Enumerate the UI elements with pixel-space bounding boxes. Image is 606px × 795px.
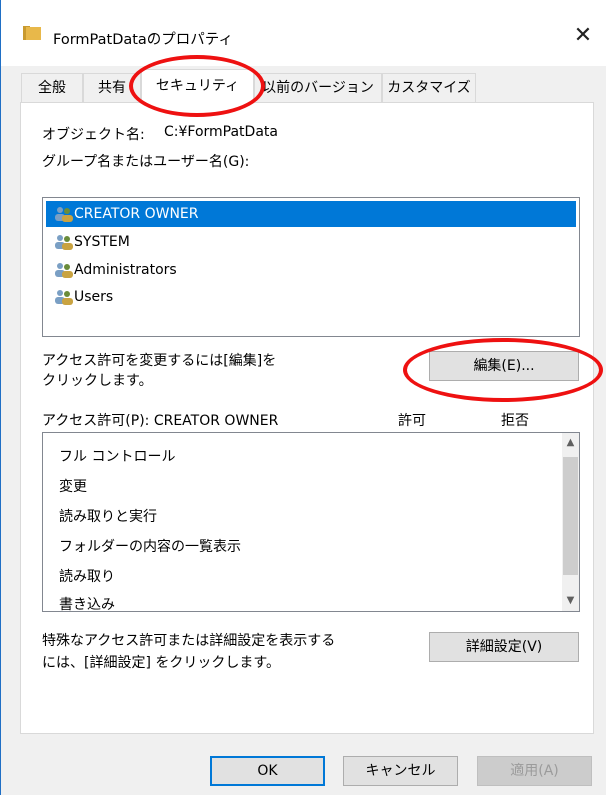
edit-hint-line1: アクセス許可を変更するには[編集]を — [42, 353, 277, 369]
scroll-down-icon[interactable]: ▼ — [562, 591, 579, 611]
permissions-header-label: アクセス許可(P): CREATOR OWNER — [42, 413, 279, 429]
permission-row: 読み取り — [59, 569, 115, 585]
list-item-users[interactable]: Users — [46, 284, 576, 310]
apply-button[interactable]: 適用(A) — [477, 756, 592, 786]
cancel-button[interactable]: キャンセル — [343, 756, 458, 786]
permission-row: フォルダーの内容の一覧表示 — [59, 539, 241, 555]
users-group-icon — [55, 207, 73, 222]
edit-hint-line2: クリックします。 — [42, 373, 153, 389]
list-item-creator-owner[interactable]: CREATOR OWNER — [46, 201, 576, 227]
user-label: CREATOR OWNER — [74, 206, 199, 222]
users-group-icon — [55, 290, 73, 305]
permission-row: 読み取りと実行 — [59, 509, 157, 525]
properties-dialog: FormPatDataのプロパティ ✕ 全般 共有 セキュリティ 以前のバージョ… — [0, 0, 606, 795]
group-user-list[interactable]: CREATOR OWNER SYSTEM Administrators User… — [42, 197, 580, 337]
permissions-scrollbar[interactable]: ▲ ▼ — [562, 433, 579, 611]
scroll-up-icon[interactable]: ▲ — [562, 433, 579, 453]
tab-customize[interactable]: カスタマイズ — [382, 73, 476, 102]
tab-sharing[interactable]: 共有 — [83, 73, 141, 102]
object-name-label: オブジェクト名: — [42, 127, 145, 143]
list-item-administrators[interactable]: Administrators — [46, 257, 576, 283]
permissions-list[interactable]: フル コントロール 変更 読み取りと実行 フォルダーの内容の一覧表示 読み取り … — [42, 432, 580, 612]
allow-column-header: 許可 — [398, 413, 426, 429]
close-button[interactable]: ✕ — [569, 22, 597, 50]
permission-row: 変更 — [59, 479, 87, 495]
advanced-hint-line2: には、[詳細設定] をクリックします。 — [42, 655, 280, 671]
advanced-button[interactable]: 詳細設定(V) — [429, 632, 579, 662]
folder-icon — [23, 26, 41, 40]
permission-row: 書き込み — [59, 597, 115, 612]
list-item-system[interactable]: SYSTEM — [46, 229, 576, 255]
object-name-value: C:¥FormPatData — [164, 124, 278, 140]
scroll-thumb[interactable] — [563, 457, 578, 575]
user-label: SYSTEM — [74, 234, 130, 250]
users-group-icon — [55, 263, 73, 278]
advanced-hint-line1: 特殊なアクセス許可または詳細設定を表示する — [42, 633, 336, 649]
title-bar: FormPatDataのプロパティ ✕ — [1, 0, 606, 66]
groups-label: グループ名またはユーザー名(G): — [42, 154, 250, 170]
user-label: Users — [74, 289, 114, 305]
permission-row: フル コントロール — [59, 449, 176, 465]
tab-previous-versions[interactable]: 以前のバージョン — [254, 73, 382, 102]
deny-column-header: 拒否 — [501, 413, 529, 429]
tab-security[interactable]: セキュリティ — [141, 69, 254, 103]
ok-button[interactable]: OK — [210, 756, 325, 786]
edit-button[interactable]: 編集(E)... — [429, 351, 579, 381]
user-label: Administrators — [74, 262, 177, 278]
window-title: FormPatDataのプロパティ — [53, 32, 233, 48]
tab-general[interactable]: 全般 — [21, 73, 83, 102]
users-group-icon — [55, 235, 73, 250]
